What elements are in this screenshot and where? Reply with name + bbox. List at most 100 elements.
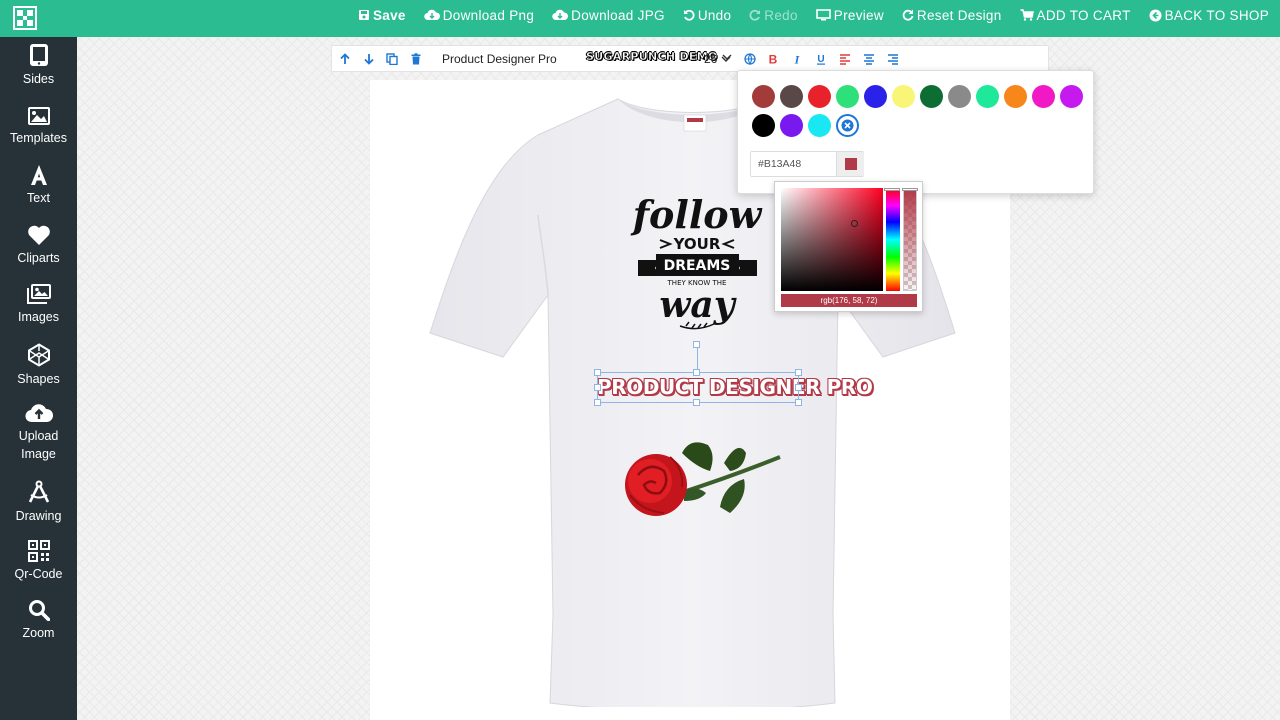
text-color-button[interactable] [742, 51, 758, 67]
undo-button[interactable]: Undo [683, 8, 731, 23]
delete-button[interactable] [408, 51, 424, 67]
globe-icon [744, 53, 756, 65]
color-swatch[interactable] [752, 114, 775, 137]
reset-design-label: Reset Design [916, 7, 1002, 23]
back-to-shop-button[interactable]: BACK TO SHOP [1149, 8, 1269, 23]
graphic-line-dreams: DREAMS [664, 258, 731, 274]
follow-your-dreams-graphic[interactable]: follow YOUR DREAMS THEY KNOW THE way [630, 190, 765, 335]
svg-text:B: B [769, 53, 778, 65]
align-center-button[interactable] [861, 51, 877, 67]
sidebar-item-label: Qr-Code [14, 567, 63, 581]
download-png-button[interactable]: Download Png [423, 7, 535, 23]
sidebar-item-sides[interactable]: Sides [0, 43, 77, 88]
resize-handle-bl[interactable] [594, 399, 601, 406]
font-size-value: 26 [704, 52, 718, 66]
italic-icon: I [794, 53, 801, 65]
clear-color-button[interactable] [836, 114, 859, 137]
resize-handle-bm[interactable] [693, 399, 700, 406]
color-swatch[interactable] [864, 85, 887, 108]
resize-handle-ml[interactable] [594, 384, 601, 391]
rose-clipart[interactable] [620, 435, 782, 535]
heart-icon [27, 225, 50, 245]
bold-icon: B [769, 53, 778, 65]
color-swatch[interactable] [752, 85, 775, 108]
resize-handle-br[interactable] [795, 399, 802, 406]
sidebar-item-shapes[interactable]: Shapes [0, 343, 77, 388]
send-backward-button[interactable] [361, 51, 377, 67]
redo-label: Redo [764, 7, 798, 23]
images-icon [26, 284, 51, 304]
back-to-shop-label: BACK TO SHOP [1164, 7, 1270, 23]
color-swatch[interactable] [808, 114, 831, 137]
sidebar-item-upload-image[interactable]: Upload Image [0, 402, 77, 463]
alpha-slider[interactable] [902, 188, 918, 291]
graphic-line-follow: follow [630, 192, 763, 237]
add-to-cart-button[interactable]: ADD TO CART [1020, 8, 1131, 23]
alpha-handle[interactable] [902, 188, 918, 191]
download-jpg-button[interactable]: Download JPG [552, 8, 665, 23]
sidebar-item-text[interactable]: Text [0, 164, 77, 207]
add-to-cart-label: ADD TO CART [1036, 7, 1131, 23]
font-family-value: SUGARPUNCH DEMO [586, 50, 718, 63]
color-swatch[interactable] [1060, 85, 1083, 108]
preview-button[interactable]: Preview [815, 8, 884, 23]
download-png-label: Download Png [442, 7, 535, 23]
color-preview-button[interactable] [836, 152, 864, 176]
resize-handle-tm[interactable] [693, 369, 700, 376]
arrow-circle-left-icon [1149, 9, 1162, 21]
align-right-button[interactable] [885, 51, 901, 67]
top-bar: Save Download Png Download JPG Undo Redo… [0, 0, 1280, 37]
cart-icon [1020, 9, 1034, 21]
sidebar-item-label: Drawing [15, 509, 62, 523]
save-label: Save [373, 7, 406, 23]
sidebar: Sides Templates Text Cliparts Images Sha… [0, 37, 77, 720]
color-swatch[interactable] [808, 85, 831, 108]
color-swatch[interactable] [892, 85, 915, 108]
sidebar-item-images[interactable]: Images [0, 283, 77, 326]
cloud-download-icon [552, 9, 569, 21]
text-content-field[interactable]: Product Designer Pro [442, 52, 557, 66]
align-center-icon [864, 54, 874, 65]
color-swatch[interactable] [780, 85, 803, 108]
hue-slider[interactable] [884, 188, 900, 291]
graphic-line-your: YOUR [673, 235, 721, 253]
underline-button[interactable]: U [813, 51, 829, 67]
bold-button[interactable]: B [765, 51, 781, 67]
font-size-select[interactable]: 26 [704, 52, 731, 66]
color-swatch[interactable] [976, 85, 999, 108]
sidebar-item-label: Upload Image [18, 429, 59, 461]
color-swatch[interactable] [920, 85, 943, 108]
sidebar-item-cliparts[interactable]: Cliparts [0, 224, 77, 267]
save-button[interactable]: Save [358, 8, 406, 23]
color-swatch[interactable] [948, 85, 971, 108]
reset-design-button[interactable]: Reset Design [902, 8, 1002, 23]
hue-handle[interactable] [884, 188, 900, 191]
download-jpg-label: Download JPG [571, 7, 665, 23]
saturation-cursor[interactable] [851, 220, 858, 227]
image-icon [27, 107, 50, 125]
rotate-handle[interactable] [693, 341, 700, 348]
color-swatch[interactable] [1032, 85, 1055, 108]
sidebar-item-label: Text [27, 191, 50, 205]
drawing-compass-icon [28, 480, 49, 503]
resize-handle-tl[interactable] [594, 369, 601, 376]
color-swatch[interactable] [780, 114, 803, 137]
sidebar-item-templates[interactable]: Templates [0, 106, 77, 147]
color-swatch[interactable] [836, 85, 859, 108]
bring-forward-button[interactable] [337, 51, 353, 67]
saturation-value-area[interactable] [781, 188, 883, 291]
sidebar-item-zoom[interactable]: Zoom [0, 599, 77, 642]
italic-button[interactable]: I [789, 51, 805, 67]
redo-button[interactable]: Redo [749, 8, 797, 23]
duplicate-button[interactable] [384, 51, 400, 67]
undo-icon [683, 9, 695, 21]
color-swatch[interactable] [1004, 85, 1027, 108]
text-icon [30, 165, 47, 185]
sidebar-item-qr-code[interactable]: Qr-Code [0, 540, 77, 583]
trash-icon [411, 53, 421, 65]
resize-handle-tr[interactable] [795, 369, 802, 376]
app-logo-icon[interactable] [13, 6, 37, 30]
resize-handle-mr[interactable] [795, 384, 802, 391]
sidebar-item-drawing[interactable]: Drawing [0, 480, 77, 525]
align-left-button[interactable] [837, 51, 853, 67]
